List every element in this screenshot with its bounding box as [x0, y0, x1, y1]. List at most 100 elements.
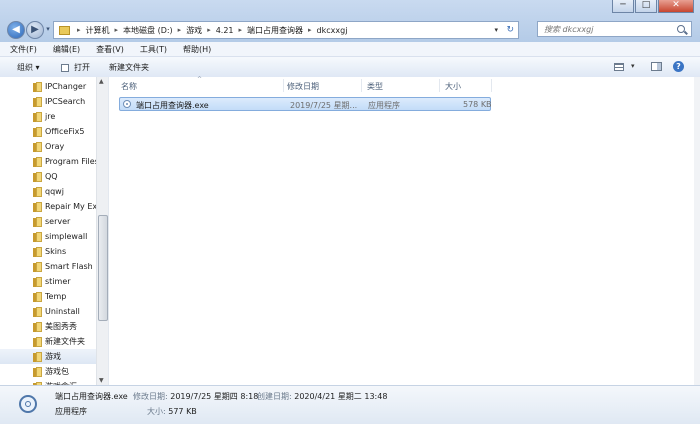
folder-icon: [33, 96, 42, 107]
menu-view[interactable]: 查看(V): [86, 44, 130, 55]
file-modified: 2019/7/25 星期...: [290, 101, 358, 110]
tree-item[interactable]: Oray: [0, 139, 96, 154]
tree-item[interactable]: 美图秀秀: [0, 319, 96, 334]
forward-button[interactable]: ▶: [26, 21, 44, 39]
column-separator[interactable]: [491, 79, 492, 92]
tree-item-label: Uninstall: [45, 307, 80, 316]
search-box[interactable]: [537, 21, 692, 37]
search-input[interactable]: [544, 23, 672, 35]
menu-edit[interactable]: 编辑(E): [43, 44, 86, 55]
tree-item-label: qqwj: [45, 187, 64, 196]
tree-item[interactable]: 游戏: [0, 349, 96, 364]
details-modified-value: 2019/7/25 星期四 8:18: [170, 392, 259, 401]
tree-item[interactable]: qqwj: [0, 184, 96, 199]
tree-item-label: IPChanger: [45, 82, 87, 91]
tree-item[interactable]: QQ: [0, 169, 96, 184]
folder-icon: [33, 201, 42, 212]
nav-scrollbar[interactable]: ▲ ▼: [96, 77, 108, 385]
folder-icon: [33, 351, 42, 362]
back-button[interactable]: ◀: [7, 21, 25, 39]
tree-item[interactable]: Repair My Exe: [0, 199, 96, 214]
column-type[interactable]: 类型: [367, 81, 383, 92]
folder-icon: [59, 25, 70, 35]
scroll-up-icon[interactable]: ▲: [99, 78, 104, 85]
minimize-button[interactable]: ─: [612, 0, 634, 13]
details-type: 应用程序: [55, 407, 87, 416]
tree-item[interactable]: Smart Flash Re: [0, 259, 96, 274]
address-bar[interactable]: ▸ 计算机 ▸ 本地磁盘 (D:) ▸ 游戏 ▸ 4.21 ▸ 端口占用查询器 …: [53, 21, 519, 39]
command-bar: 组织 ▾ 打开 新建文件夹 ▾ ?: [0, 57, 700, 78]
folder-icon: [33, 276, 42, 287]
folder-icon: [33, 81, 42, 92]
tree-item-label: IPCSearch: [45, 97, 86, 106]
refresh-icon[interactable]: ↻: [506, 22, 514, 38]
explorer-window: ─ □ ✕ ◀ ▶ ▾ ▸ 计算机 ▸ 本地磁盘 (D:) ▸ 游戏 ▸ 4.2…: [0, 0, 700, 424]
details-file-name: 端口占用查询器.exe: [55, 392, 128, 401]
navigation-pane: IPChanger IPCSearch jre OfficeFix5 Oray Progr…: [0, 77, 108, 385]
breadcrumb-games[interactable]: 游戏: [184, 25, 204, 36]
open-button[interactable]: 打开: [61, 62, 90, 73]
help-icon[interactable]: ?: [673, 61, 684, 72]
folder-icon: [33, 321, 42, 332]
view-dropdown-icon[interactable]: ▾: [631, 62, 635, 70]
menu-help[interactable]: 帮助(H): [173, 44, 217, 55]
tree-item[interactable]: simplewall: [0, 229, 96, 244]
folder-icon: [33, 366, 42, 377]
column-separator[interactable]: [283, 79, 284, 92]
scroll-down-icon[interactable]: ▼: [99, 377, 104, 384]
breadcrumb-computer[interactable]: 计算机: [84, 25, 112, 36]
breadcrumb-dkcxxgj[interactable]: dkcxxgj: [315, 26, 350, 35]
column-separator[interactable]: [361, 79, 362, 92]
crumb-separator[interactable]: ▸: [236, 26, 246, 34]
close-button[interactable]: ✕: [658, 0, 694, 13]
crumb-separator[interactable]: ▸: [175, 26, 185, 34]
column-name[interactable]: 名称: [121, 81, 137, 92]
crumb-separator[interactable]: ▸: [305, 26, 315, 34]
column-modified[interactable]: 修改日期: [287, 81, 319, 92]
tree-item-label: simplewall: [45, 232, 88, 241]
tree-item[interactable]: IPChanger: [0, 79, 96, 94]
preview-pane-icon[interactable]: [651, 62, 662, 71]
new-folder-button[interactable]: 新建文件夹: [109, 62, 149, 73]
file-row[interactable]: 端口占用查询器.exe 2019/7/25 星期... 应用程序 578 KB: [119, 97, 492, 111]
details-size-value: 577 KB: [168, 407, 197, 416]
tree-item[interactable]: server: [0, 214, 96, 229]
tree-item[interactable]: Program Files: [0, 154, 96, 169]
tree-item[interactable]: 游戏包: [0, 364, 96, 379]
tree-item[interactable]: jre: [0, 109, 96, 124]
tree-item[interactable]: Uninstall: [0, 304, 96, 319]
tree-item-label: QQ: [45, 172, 58, 181]
history-dropdown-icon[interactable]: ▾: [45, 26, 51, 33]
nav-scroll-thumb[interactable]: [98, 215, 108, 321]
folder-icon: [33, 171, 42, 182]
crumb-separator[interactable]: ▸: [112, 26, 122, 34]
column-size[interactable]: 大小: [445, 81, 461, 92]
tree-item-label: Skins: [45, 247, 67, 256]
menu-tools[interactable]: 工具(T): [130, 44, 173, 55]
tree-item[interactable]: OfficeFix5: [0, 124, 96, 139]
tree-item[interactable]: Temp: [0, 289, 96, 304]
folder-icon: [33, 246, 42, 257]
open-label: 打开: [74, 63, 90, 72]
folder-icon: [33, 186, 42, 197]
tree-item[interactable]: IPCSearch: [0, 94, 96, 109]
tree-item[interactable]: stimer: [0, 274, 96, 289]
breadcrumb-port-query[interactable]: 端口占用查询器: [245, 25, 305, 36]
breadcrumb-4-21[interactable]: 4.21: [214, 26, 236, 35]
search-icon[interactable]: [677, 25, 685, 33]
list-scroll-track: [694, 77, 700, 385]
crumb-separator[interactable]: ▸: [74, 26, 84, 34]
folder-icon: [33, 291, 42, 302]
tree-item[interactable]: 新建文件夹: [0, 334, 96, 349]
organize-button[interactable]: 组织 ▾: [17, 62, 40, 73]
tree-item[interactable]: Skins: [0, 244, 96, 259]
address-dropdown-icon[interactable]: ▾: [494, 22, 498, 38]
crumb-separator[interactable]: ▸: [204, 26, 214, 34]
breadcrumb-local-disk-d[interactable]: 本地磁盘 (D:): [121, 25, 175, 36]
column-separator[interactable]: [439, 79, 440, 92]
maximize-button[interactable]: □: [635, 0, 657, 13]
view-options-icon[interactable]: [614, 63, 624, 71]
menu-file[interactable]: 文件(F): [0, 44, 43, 55]
details-pane: 端口占用查询器.exe 修改日期: 2019/7/25 星期四 8:18 创建日…: [0, 385, 700, 424]
details-created: 创建日期: 2020/4/21 星期二 13:48: [257, 391, 387, 402]
